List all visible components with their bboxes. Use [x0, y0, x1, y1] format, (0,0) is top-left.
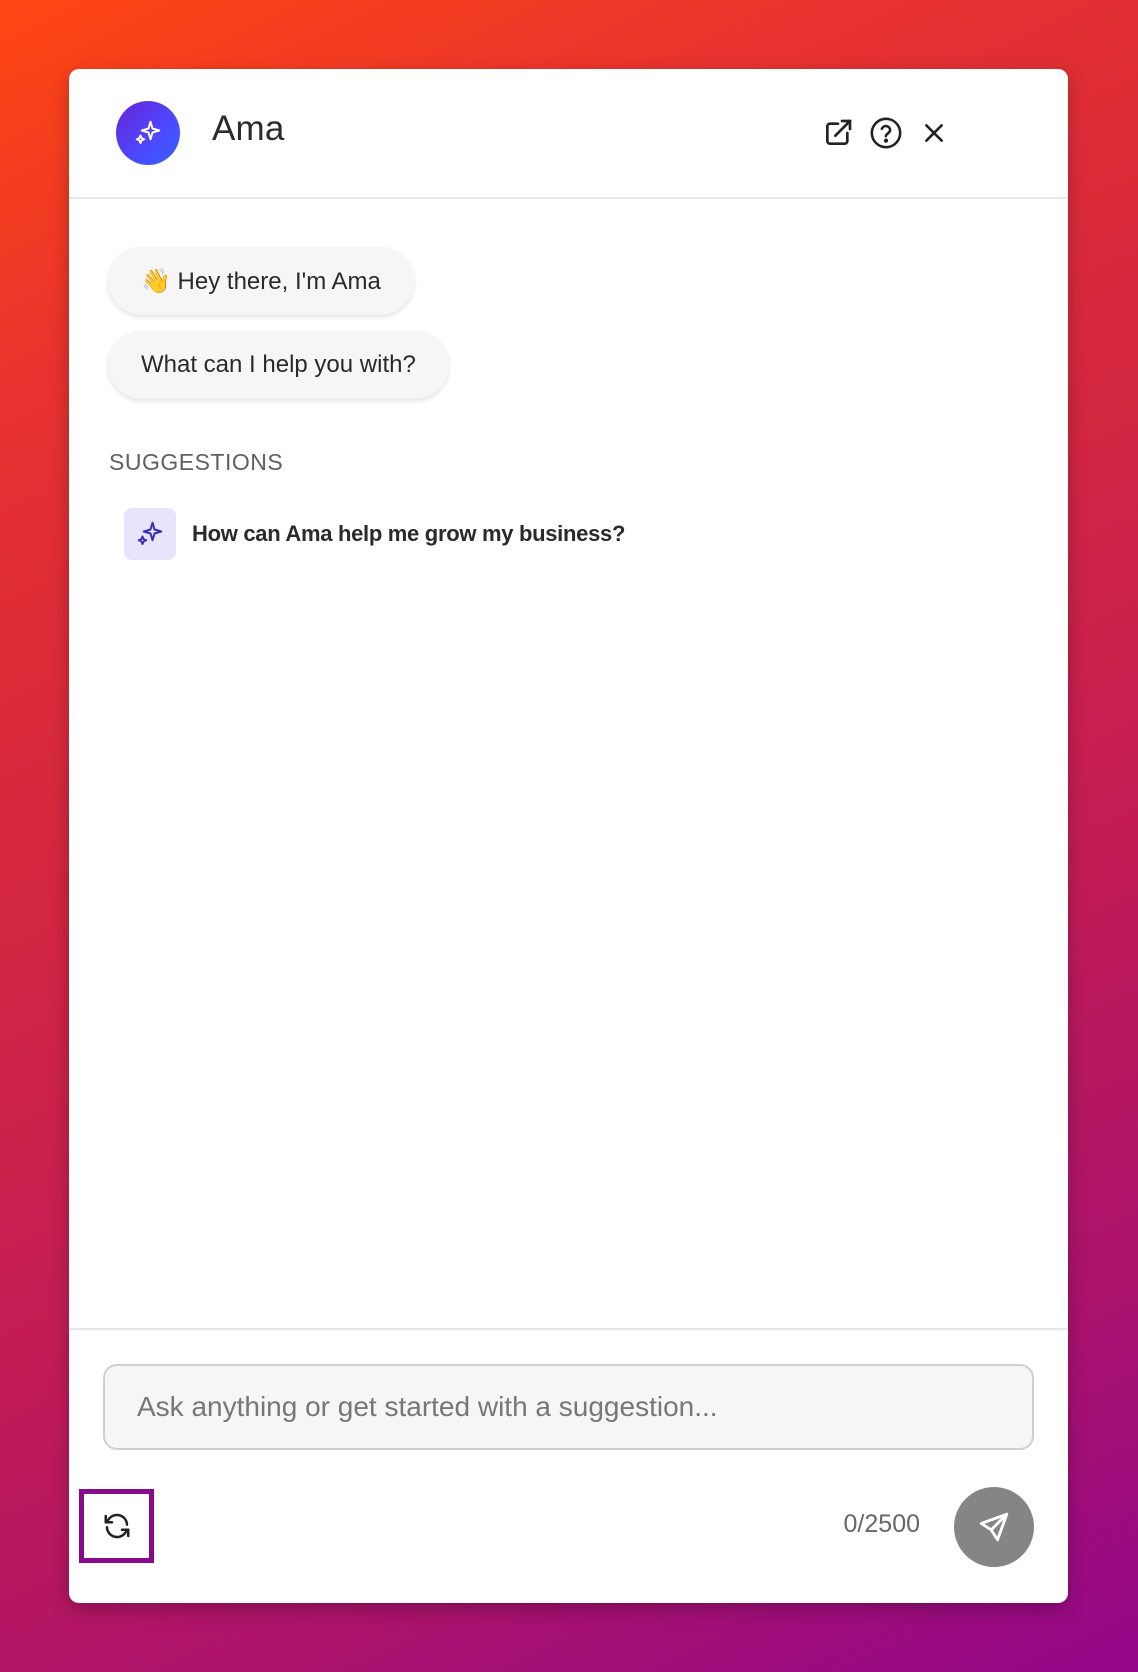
message-bubble: 👋 Hey there, I'm Ama: [108, 247, 414, 315]
send-icon: [979, 1512, 1009, 1542]
refresh-button[interactable]: [79, 1489, 154, 1563]
message-bubble: What can I help you with?: [108, 331, 449, 399]
suggestion-item[interactable]: How can Ama help me grow my business?: [124, 507, 625, 561]
chat-header: Ama: [69, 69, 1068, 199]
refresh-icon: [104, 1513, 129, 1539]
help-icon: [870, 117, 902, 149]
open-external-icon: [826, 119, 852, 145]
assistant-avatar: [116, 101, 180, 165]
open-external-button[interactable]: [818, 113, 858, 153]
message-text: What can I help you with?: [141, 351, 416, 378]
chat-panel: Ama 👋 Hey there, I'm Ama What can I help…: [69, 69, 1068, 1603]
help-button[interactable]: [866, 113, 906, 153]
character-counter: 0/2500: [843, 1510, 920, 1538]
chat-input[interactable]: [103, 1364, 1034, 1450]
sparkles-icon: [137, 521, 163, 545]
suggestion-icon-box: [124, 508, 176, 560]
chat-title: Ama: [212, 109, 285, 148]
send-button[interactable]: [954, 1487, 1034, 1567]
sparkles-icon: [135, 120, 161, 144]
composer-divider: [69, 1328, 1068, 1330]
message-text: 👋 Hey there, I'm Ama: [141, 267, 381, 295]
suggestions-heading: SUGGESTIONS: [109, 449, 284, 475]
close-icon: [925, 124, 943, 142]
suggestion-text: How can Ama help me grow my business?: [192, 521, 626, 546]
close-button[interactable]: [914, 113, 954, 153]
